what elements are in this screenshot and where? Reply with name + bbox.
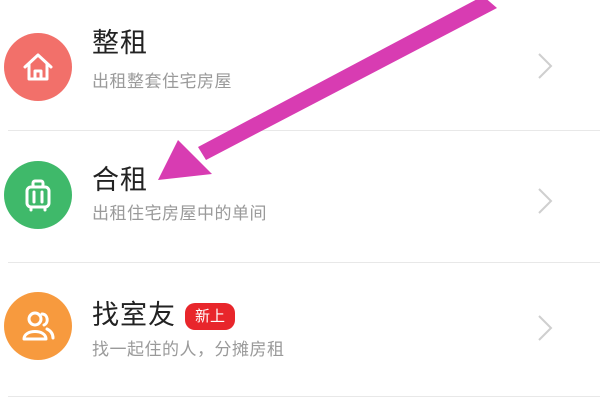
list-item-shared-rent[interactable]: 合租 出租住宅房屋中的单间 [0,131,600,261]
whole-rent-subtitle: 出租整套住宅房屋 [92,72,232,92]
divider [8,396,600,397]
list-item-find-roommate[interactable]: 找室友 新上 找一起住的人，分摊房租 [0,263,600,393]
chevron-right-icon [538,315,553,341]
chevron-right-icon [538,188,553,214]
rental-type-list-page: 整租 出租整套住宅房屋 合租 出租住宅房屋中的单间 找室友 新上 找一起住的人，… [0,0,600,402]
find-roommate-icon-circle [4,292,72,360]
whole-rent-icon-circle [4,33,72,101]
shared-rent-icon-circle [4,161,72,229]
home-icon [23,53,53,81]
find-roommate-subtitle: 找一起住的人，分摊房租 [92,340,285,360]
people-icon [22,311,55,341]
list-item-whole-rent[interactable]: 整租 出租整套住宅房屋 [0,0,600,130]
shared-rent-subtitle: 出租住宅房屋中的单间 [92,204,267,224]
luggage-icon [25,179,51,212]
whole-rent-title: 整租 [92,28,148,59]
new-badge: 新上 [185,303,236,330]
shared-rent-title: 合租 [92,165,148,196]
find-roommate-title: 找室友 [92,300,176,331]
chevron-right-icon [538,53,553,79]
